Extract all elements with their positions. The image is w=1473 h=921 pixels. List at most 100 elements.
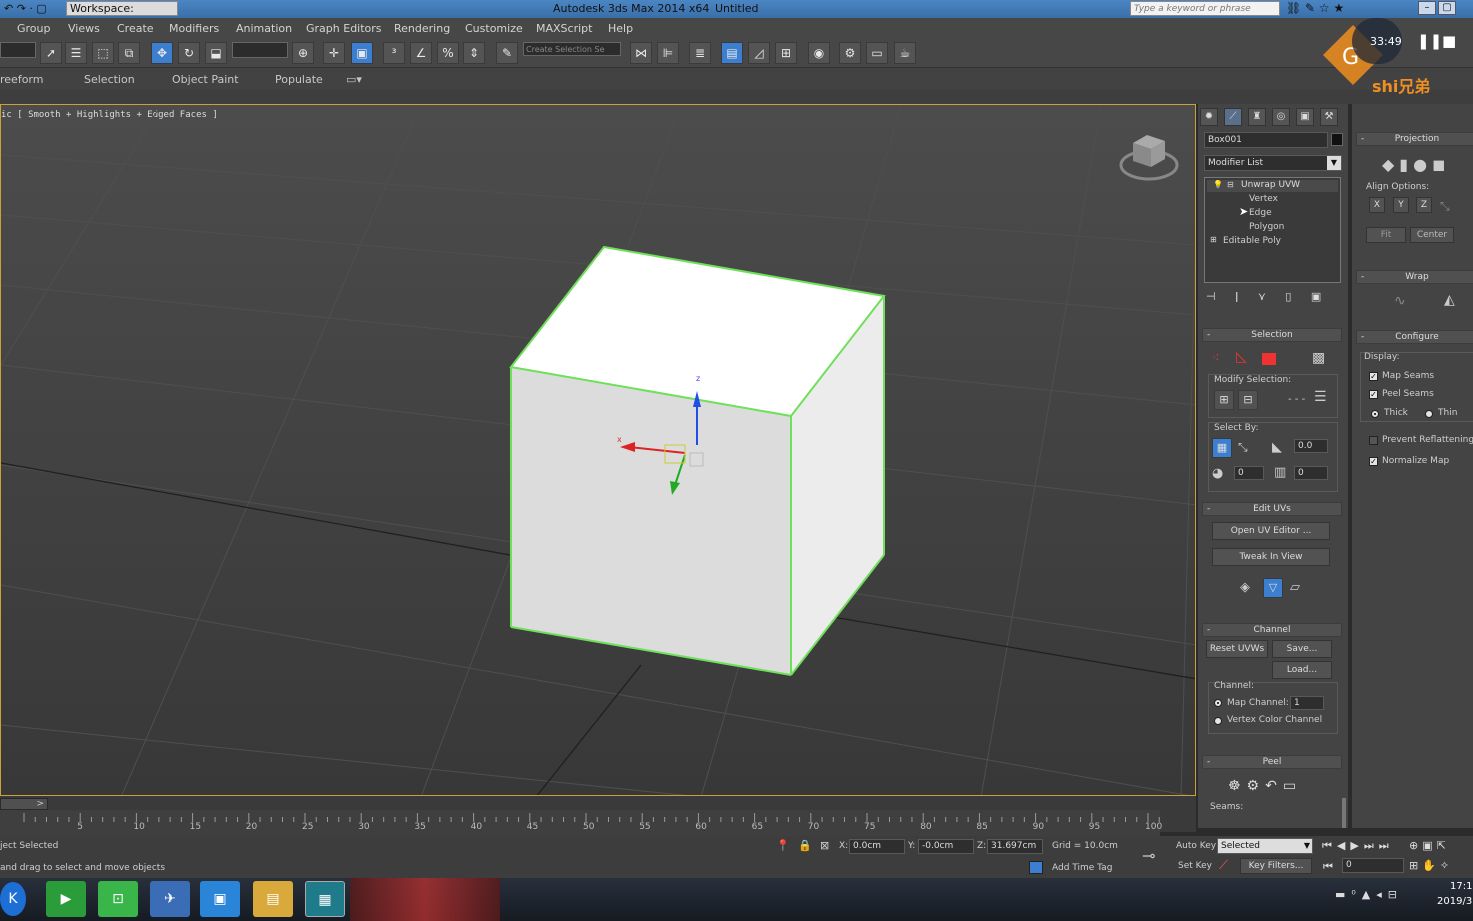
- menu-help[interactable]: Help: [608, 22, 633, 35]
- viewport-nav-icons-2[interactable]: ⊞✋✧: [1409, 859, 1453, 872]
- spinner-snap-icon[interactable]: ⇕: [463, 42, 485, 64]
- clock-date[interactable]: 2019/3: [1437, 896, 1472, 907]
- peel-rollout-header[interactable]: - Peel: [1202, 755, 1342, 769]
- center-button[interactable]: Center: [1410, 227, 1454, 243]
- stack-toolbar[interactable]: ⊣ ǀ ⋎ ▯ ▣: [1206, 290, 1340, 306]
- selection-rollout-header[interactable]: - Selection: [1202, 328, 1342, 342]
- projection-rollout-header[interactable]: - Projection: [1356, 132, 1473, 146]
- window-crossing-icon[interactable]: ⧉: [118, 42, 140, 64]
- z-coordinate-field[interactable]: 31.697cm: [987, 839, 1043, 854]
- vertex-color-radio[interactable]: [1214, 717, 1222, 725]
- tab-populate[interactable]: Populate: [275, 73, 323, 86]
- map-channel-radio[interactable]: [1214, 699, 1222, 707]
- percent-snap-icon[interactable]: %: [437, 42, 459, 64]
- perspective-viewport[interactable]: ic [ Smooth + Highlights + Edged Faces ]: [0, 104, 1196, 796]
- video-app-icon[interactable]: ▣: [200, 881, 240, 917]
- minimize-button[interactable]: –: [1418, 1, 1436, 15]
- layer-manager-icon[interactable]: ≣: [689, 42, 711, 64]
- auto-key-button[interactable]: Auto Key: [1176, 841, 1216, 851]
- named-selection-set-field[interactable]: Create Selection Se: [523, 42, 621, 56]
- ring-selection-icon[interactable]: - - -: [1288, 394, 1305, 405]
- map-channel-spinner[interactable]: 1: [1290, 696, 1324, 710]
- menu-group[interactable]: Group: [17, 22, 51, 35]
- key-filters-button[interactable]: Key Filters...: [1240, 858, 1312, 874]
- expand-icon[interactable]: ⊞: [1210, 235, 1217, 244]
- iqiyi-app-icon[interactable]: ⊡: [98, 881, 138, 917]
- curve-editor-icon[interactable]: ◿: [748, 42, 770, 64]
- tweak-in-view-button[interactable]: Tweak In View: [1212, 548, 1330, 566]
- channel-rollout-header[interactable]: - Channel: [1202, 623, 1342, 637]
- stack-item-editable-poly[interactable]: Editable Poly: [1223, 236, 1281, 246]
- motion-tab-icon[interactable]: ◎: [1272, 108, 1290, 126]
- menu-views[interactable]: Views: [68, 22, 100, 35]
- save-uvw-button[interactable]: Save...: [1272, 640, 1332, 658]
- x-coordinate-field[interactable]: 0.0cm: [849, 839, 905, 854]
- create-tab-icon[interactable]: ✹: [1200, 108, 1218, 126]
- select-by-smoothing-icon[interactable]: ◕: [1212, 466, 1223, 481]
- workspace-dropdown[interactable]: Workspace: Default: [66, 1, 178, 29]
- ignore-backfacing-icon[interactable]: ▦: [1212, 438, 1232, 458]
- render-production-icon[interactable]: ☕: [894, 42, 916, 64]
- object-name-field[interactable]: Box001: [1204, 132, 1328, 148]
- select-move-icon[interactable]: ✥: [151, 42, 173, 64]
- thin-radio[interactable]: [1425, 410, 1433, 418]
- stack-item-polygon[interactable]: Polygon: [1249, 222, 1284, 232]
- key-icon[interactable]: ⊸: [1142, 846, 1155, 865]
- angle-spinner[interactable]: 0.0: [1294, 439, 1328, 453]
- align-x-button[interactable]: X: [1369, 197, 1385, 213]
- select-rotate-icon[interactable]: ↻: [178, 42, 200, 64]
- key-mode-toggle-icon[interactable]: ⏮: [1323, 860, 1333, 874]
- display-tab-icon[interactable]: ▣: [1296, 108, 1314, 126]
- menu-modifiers[interactable]: Modifiers: [169, 22, 219, 35]
- configure-rollout-header[interactable]: - Configure: [1356, 330, 1473, 344]
- pause-icon[interactable]: ❚❚: [1417, 32, 1442, 50]
- current-frame-field[interactable]: 0: [1342, 858, 1404, 873]
- mail-app-icon[interactable]: ✈: [150, 881, 190, 917]
- lightbulb-icon[interactable]: 💡: [1213, 180, 1223, 189]
- grow-selection-icon[interactable]: ⊞: [1214, 390, 1234, 410]
- unfold-strip-icon[interactable]: ◭: [1444, 292, 1455, 308]
- snaps-toggle-icon[interactable]: ³: [383, 42, 405, 64]
- tab-object-paint[interactable]: Object Paint: [172, 73, 239, 86]
- select-manipulate-icon[interactable]: ✛: [323, 42, 345, 64]
- stack-item-unwrap-uvw[interactable]: 💡 ⊟ Unwrap UVW: [1207, 180, 1338, 192]
- peel-seams-checkbox[interactable]: ✓: [1369, 390, 1378, 399]
- select-by-name-icon[interactable]: ☰: [65, 42, 87, 64]
- time-tag-icon[interactable]: [1029, 861, 1043, 874]
- reference-coord-dropdown[interactable]: [232, 42, 288, 58]
- menu-customize[interactable]: Customize: [465, 22, 523, 35]
- shrink-selection-icon[interactable]: ⊟: [1238, 390, 1258, 410]
- ribbon-toggle-icon[interactable]: ▭▾: [346, 73, 362, 86]
- wrap-rollout-header[interactable]: - Wrap: [1356, 270, 1473, 284]
- render-setup-icon[interactable]: ⚙: [839, 42, 861, 64]
- absolute-mode-icon[interactable]: ⊠: [820, 839, 829, 852]
- time-slider[interactable]: >: [0, 798, 48, 810]
- menu-graph-editors[interactable]: Graph Editors: [306, 22, 382, 35]
- edge-mode-icon[interactable]: ◺: [1236, 349, 1247, 365]
- quick-map-icon[interactable]: ▽: [1263, 578, 1283, 598]
- edit-named-selection-icon[interactable]: ✎: [496, 42, 518, 64]
- stack-item-edge[interactable]: Edge: [1249, 208, 1272, 218]
- element-mode-icon[interactable]: ▩: [1312, 350, 1325, 366]
- mirror-icon[interactable]: ⋈: [630, 42, 652, 64]
- peel-tools-icons[interactable]: ☸⚙↶▭: [1228, 778, 1302, 794]
- best-align-icon[interactable]: ⤡: [1440, 199, 1450, 214]
- material-editor-icon[interactable]: ◉: [808, 42, 830, 64]
- set-key-icon[interactable]: ⟋: [1219, 858, 1228, 873]
- loop-selection-icon[interactable]: ☰: [1314, 389, 1327, 405]
- select-scale-icon[interactable]: ⬓: [205, 42, 227, 64]
- maximize-button[interactable]: ▢: [1438, 1, 1456, 15]
- lock-icon[interactable]: 🔒: [798, 839, 812, 852]
- projection-type-icons[interactable]: ◆▮●◼: [1382, 155, 1450, 174]
- angle-snap-icon[interactable]: ∠: [410, 42, 432, 64]
- y-coordinate-field[interactable]: -0.0cm: [918, 839, 974, 854]
- selection-filter-dropdown[interactable]: [0, 42, 36, 58]
- normalize-map-checkbox[interactable]: ✓: [1369, 457, 1378, 466]
- isolate-icon[interactable]: 📍: [776, 839, 790, 852]
- search-input[interactable]: Type a keyword or phrase: [1130, 1, 1280, 16]
- tab-freeform[interactable]: reeform: [0, 73, 43, 86]
- start-button-icon[interactable]: K: [0, 882, 26, 916]
- box001-object[interactable]: [509, 245, 886, 676]
- viewport-nav-icons[interactable]: ⊕▣⇱: [1409, 839, 1450, 852]
- stack-item-vertex[interactable]: Vertex: [1249, 194, 1278, 204]
